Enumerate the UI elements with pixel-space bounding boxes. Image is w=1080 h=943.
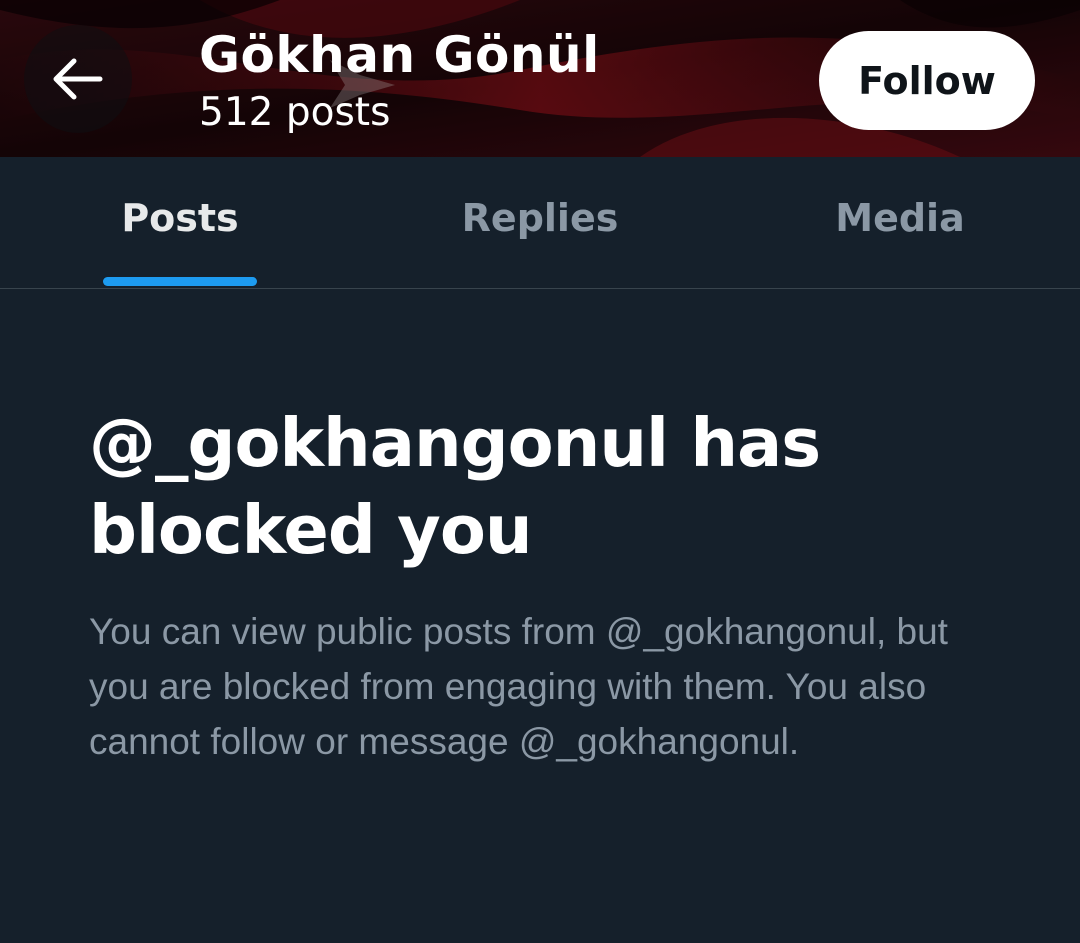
post-count: 512 posts xyxy=(199,90,391,135)
blocked-notice: @_gokhangonul has blocked you You can vi… xyxy=(89,400,1029,769)
tab-replies[interactable]: Replies xyxy=(360,157,720,288)
blocked-description: You can view public posts from @_gokhang… xyxy=(89,611,948,762)
blocked-title: @_gokhangonul has blocked you xyxy=(89,404,821,569)
active-tab-indicator xyxy=(103,277,257,286)
tab-media[interactable]: Media xyxy=(720,157,1080,288)
profile-title-block: Gökhan Gönül 512 posts xyxy=(199,22,600,138)
back-button[interactable] xyxy=(24,25,132,133)
profile-name: Gökhan Gönül xyxy=(199,26,600,84)
tab-posts[interactable]: Posts xyxy=(0,157,360,288)
profile-tabs: Posts Replies Media xyxy=(0,157,1080,289)
follow-button[interactable]: Follow xyxy=(819,31,1035,130)
profile-header: Gökhan Gönül 512 posts Follow xyxy=(0,0,1080,157)
arrow-left-icon xyxy=(53,58,103,100)
